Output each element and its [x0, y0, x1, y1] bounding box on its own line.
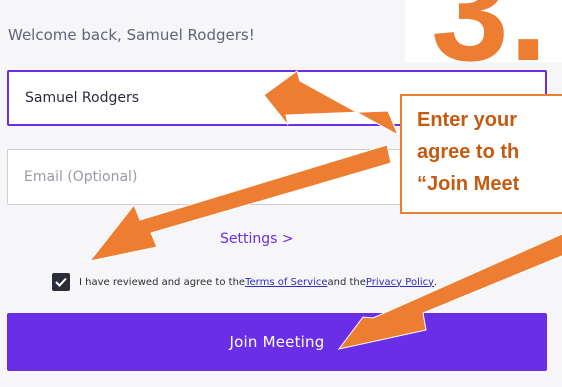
instruction-callout: Enter your agree to th “Join Meet — [400, 94, 562, 214]
checkmark-icon — [55, 277, 67, 287]
callout-line: Enter your — [417, 109, 518, 131]
terms-row: I have reviewed and agree to the Terms o… — [52, 272, 437, 292]
step-number: 3. — [405, 0, 562, 62]
join-meeting-label: Join Meeting — [229, 333, 325, 351]
callout-line: “Join Meet — [417, 173, 520, 195]
terms-suffix: . — [434, 276, 438, 288]
step-number-text: 3. — [431, 0, 548, 62]
join-meeting-button[interactable]: Join Meeting — [7, 313, 547, 371]
privacy-policy-link[interactable]: Privacy Policy — [366, 277, 434, 288]
settings-link[interactable]: Settings > — [220, 231, 294, 247]
terms-middle: and the — [327, 276, 366, 288]
welcome-message: Welcome back, Samuel Rodgers! — [8, 26, 255, 44]
terms-checkbox[interactable] — [52, 273, 70, 291]
callout-line: agree to th — [417, 141, 520, 163]
terms-prefix: I have reviewed and agree to the — [79, 276, 246, 288]
terms-of-service-link[interactable]: Terms of Service — [245, 277, 327, 288]
